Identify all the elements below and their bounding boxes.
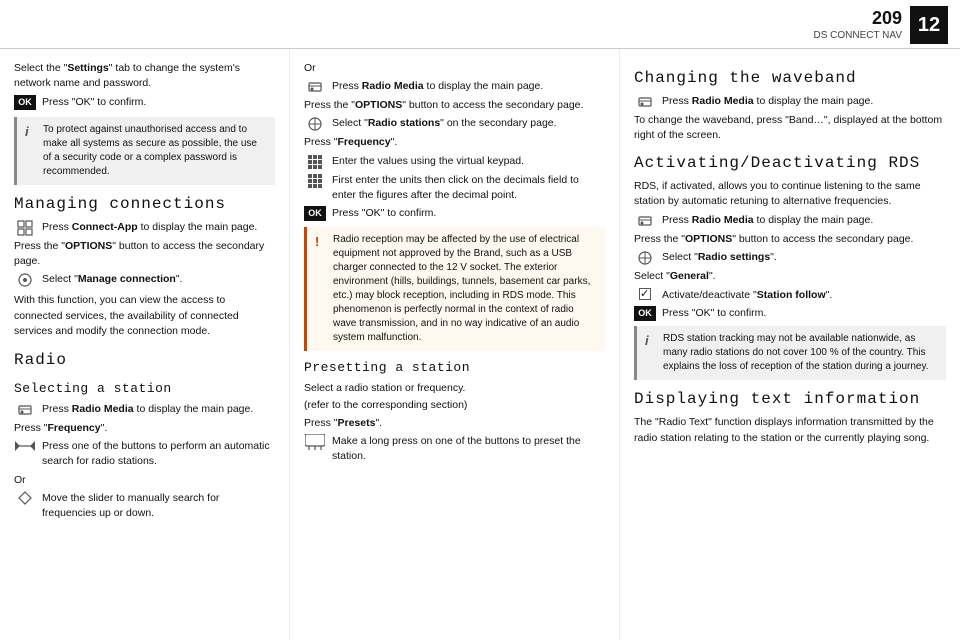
ok-badge-right: OK <box>634 306 656 321</box>
section-managing-heading: Managing connections <box>14 193 275 216</box>
warning-text: Radio reception may be affected by the u… <box>333 233 597 345</box>
keypad-icon-2 <box>304 173 326 189</box>
warning-box-mid: ! Radio reception may be affected by the… <box>304 227 605 351</box>
info-box-left: i To protect against unauthorised access… <box>14 117 275 185</box>
music-icon-right1 <box>634 94 656 110</box>
waveband-radio-step: Press Radio Media to display the main pa… <box>634 94 946 110</box>
arrows-icon <box>14 439 36 453</box>
options-step: Press the "OPTIONS" button to access the… <box>14 239 275 269</box>
waveband-radio-text: Press Radio Media to display the main pa… <box>662 94 946 109</box>
chapter-number: 12 <box>910 6 948 44</box>
info-box-right: i RDS station tracking may not be availa… <box>634 326 946 380</box>
content-area: Select the "Settings" tab to change the … <box>0 49 960 640</box>
refer-text: (refer to the corresponding section) <box>304 398 605 413</box>
chapter-title: DS CONNECT NAV <box>813 29 902 43</box>
ok-badge-mid: OK <box>304 206 326 221</box>
ok-icon-1: OK <box>14 95 36 110</box>
radio-media-step-left: Press Radio Media to display the main pa… <box>14 402 275 418</box>
section-displaying-heading: Displaying text information <box>634 388 946 411</box>
press-frequency-mid: Press "Frequency". <box>304 135 605 150</box>
waveband-desc-text: To change the waveband, press "Band…", d… <box>634 113 946 143</box>
info-text: To protect against unauthorised access a… <box>43 123 267 179</box>
radio-media-mid-text: Press Radio Media to display the main pa… <box>332 79 605 94</box>
search-step-text: Press one of the buttons to perform an a… <box>42 439 275 469</box>
manage-connection-step: Select "Manage connection". <box>14 272 275 288</box>
ok-icon-right: OK <box>634 306 656 321</box>
info-icon: i <box>25 123 37 179</box>
header-right: 209 DS CONNECT NAV 12 <box>813 6 948 44</box>
select-general-text: Select "General". <box>634 269 946 284</box>
rds-settings-step: Select "Radio settings". <box>634 250 946 266</box>
diamond-icon <box>14 491 36 505</box>
rds-options-text: Press the "OPTIONS" button to access the… <box>634 232 946 247</box>
checkbox-icon <box>634 288 656 300</box>
rds-settings-text: Select "Radio settings". <box>662 250 946 265</box>
ok-right-step: OK Press "OK" to confirm. <box>634 306 946 321</box>
radio-stations-text: Select "Radio stations" on the secondary… <box>332 116 605 131</box>
ok-right-text: Press "OK" to confirm. <box>662 306 946 321</box>
section-radio-heading: Radio <box>14 349 275 372</box>
rds-radio-text: Press Radio Media to display the main pa… <box>662 213 946 228</box>
options-mid: Press the "OPTIONS" button to access the… <box>304 98 605 113</box>
radio-media-mid-step: Press Radio Media to display the main pa… <box>304 79 605 95</box>
checkbox-symbol <box>639 288 651 300</box>
slider-step-row: Move the slider to manually search for f… <box>14 491 275 521</box>
enter-values-step: Enter the values using the virtual keypa… <box>304 154 605 170</box>
radio-stations-step: Select "Radio stations" on the secondary… <box>304 116 605 132</box>
radio-media-left-text: Press Radio Media to display the main pa… <box>42 402 275 417</box>
bookmark-icon <box>304 434 326 450</box>
col-right: Changing the waveband Press Radio Media … <box>620 49 960 640</box>
page-container: 209 DS CONNECT NAV 12 Select the "Settin… <box>0 0 960 640</box>
music-icon-left <box>14 402 36 418</box>
section-rds-heading: Activating/Deactivating RDS <box>634 152 946 175</box>
sub-selecting-heading: Selecting a station <box>14 380 275 399</box>
keypad-icon <box>304 154 326 170</box>
or-top: Or <box>304 61 605 76</box>
enter-values-text: Enter the values using the virtual keypa… <box>332 154 605 169</box>
manage-connection-text: Select "Manage connection". <box>42 272 275 287</box>
or-1: Or <box>14 473 275 488</box>
long-press-step: Make a long press on one of the buttons … <box>304 434 605 464</box>
first-enter-step: First enter the units then click on the … <box>304 173 605 203</box>
info-icon-right: i <box>645 332 657 374</box>
rds-desc-text: RDS, if activated, allows you to continu… <box>634 179 946 209</box>
ok-mid-text: Press "OK" to confirm. <box>332 206 605 221</box>
description-text: With this function, you can view the acc… <box>14 293 275 339</box>
long-press-text: Make a long press on one of the buttons … <box>332 434 605 464</box>
info-text-right: RDS station tracking may not be availabl… <box>663 332 938 374</box>
activate-station-text: Activate/deactivate "Station follow". <box>662 288 946 303</box>
frequency-step-left: Press "Frequency". <box>14 421 275 436</box>
slider-step-text: Move the slider to manually search for f… <box>42 491 275 521</box>
settings-icon <box>14 272 36 288</box>
ok-badge-1: OK <box>14 95 36 110</box>
ok-step-text: Press "OK" to confirm. <box>42 95 275 110</box>
press-presets-text: Press "Presets". <box>304 416 605 431</box>
music-icon-right2 <box>634 213 656 229</box>
rds-radio-step: Press Radio Media to display the main pa… <box>634 213 946 229</box>
connect-app-step: Press Connect-App to display the main pa… <box>14 220 275 236</box>
connect-app-text: Press Connect-App to display the main pa… <box>42 220 275 235</box>
first-enter-text: First enter the units then click on the … <box>332 173 605 203</box>
page-header: 209 DS CONNECT NAV 12 <box>0 0 960 49</box>
nav-icon-right <box>634 250 656 266</box>
activate-station-step: Activate/deactivate "Station follow". <box>634 288 946 303</box>
displaying-desc-text: The "Radio Text" function displays infor… <box>634 415 946 445</box>
ok-icon-mid: OK <box>304 206 326 221</box>
intro-text: Select the "Settings" tab to change the … <box>14 61 275 91</box>
sub-presetting-heading: Presetting a station <box>304 359 605 378</box>
col-left: Select the "Settings" tab to change the … <box>0 49 290 640</box>
section-waveband-heading: Changing the waveband <box>634 67 946 90</box>
select-station-text: Select a radio station or frequency. <box>304 381 605 396</box>
search-step-row: Press one of the buttons to perform an a… <box>14 439 275 469</box>
music-icon-mid <box>304 79 326 95</box>
nav-icon-mid <box>304 116 326 132</box>
warning-icon: ! <box>315 233 327 345</box>
ok-mid-step: OK Press "OK" to confirm. <box>304 206 605 221</box>
grid-icon <box>14 220 36 236</box>
page-number: 209 <box>813 8 902 29</box>
col-middle: Or Press Radio Media to display the main… <box>290 49 620 640</box>
